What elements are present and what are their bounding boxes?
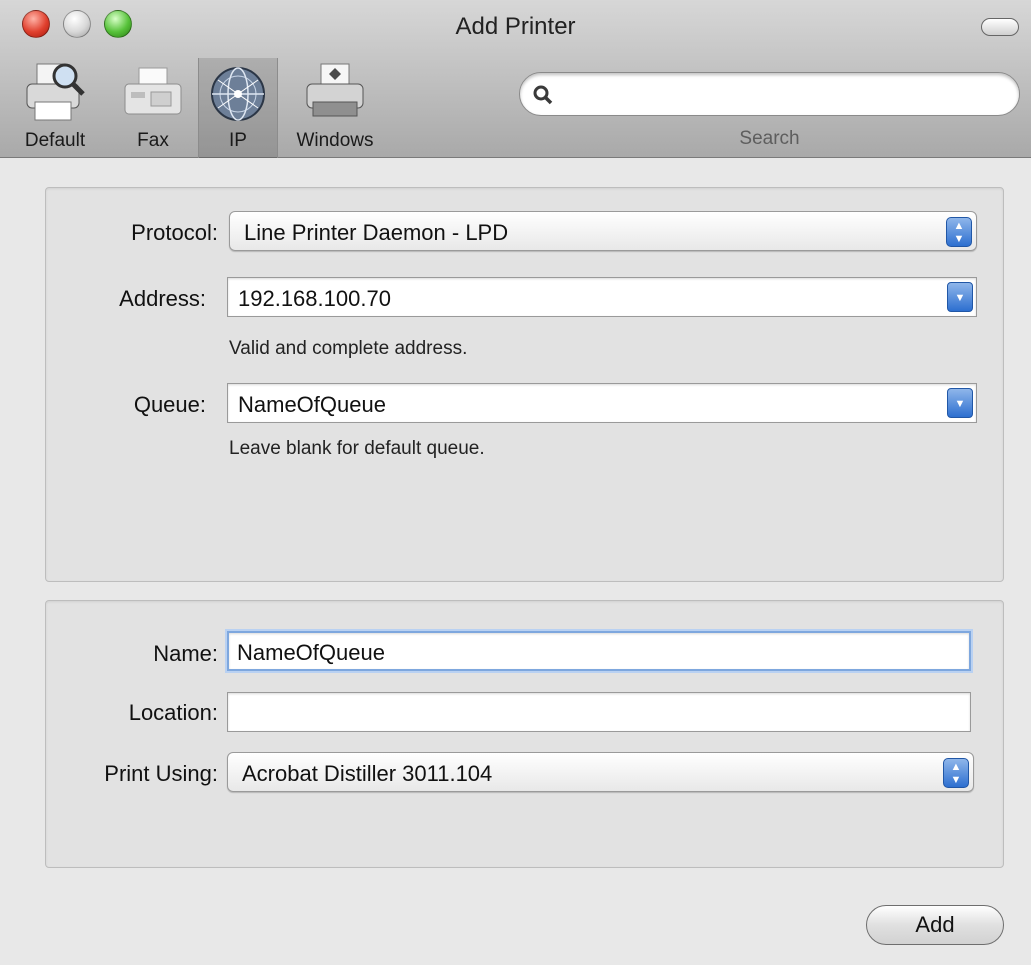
protocol-label: Protocol: — [131, 220, 218, 245]
chevron-down-icon[interactable]: ▼ — [947, 388, 973, 418]
queue-combobox[interactable]: NameOfQueue ▼ — [227, 383, 977, 423]
protocol-value: Line Printer Daemon - LPD — [244, 220, 509, 245]
name-field[interactable]: NameOfQueue — [227, 631, 971, 671]
print-using-value: Acrobat Distiller 3011.104 — [242, 761, 493, 786]
windows-printer-icon — [306, 63, 364, 117]
print-using-popup[interactable]: Acrobat Distiller 3011.104 ▲ ▼ — [227, 752, 974, 792]
address-value: 192.168.100.70 — [238, 286, 391, 311]
toolbar-item-label: IP — [229, 130, 247, 151]
default-printer-icon — [26, 63, 85, 121]
location-label: Location: — [128, 700, 218, 725]
search-label: Search — [739, 128, 800, 149]
search-icon — [533, 85, 553, 105]
connection-group: Protocol: Line Printer Daemon - LPD ▲ ▼ A… — [45, 187, 1004, 582]
chevron-down-icon[interactable]: ▼ — [947, 282, 973, 312]
queue-value: NameOfQueue — [238, 392, 386, 417]
toolbar-item-label: Default — [24, 130, 86, 151]
details-group: Name: NameOfQueue Location: Print Using:… — [45, 600, 1004, 868]
add-button[interactable]: Add — [866, 905, 1004, 945]
window-title: Add Printer — [455, 13, 576, 40]
toolbar-toggle-button[interactable] — [981, 18, 1019, 36]
globe-icon — [211, 67, 265, 121]
queue-label: Queue: — [133, 392, 206, 417]
toolbar-item-fax[interactable]: Fax — [118, 58, 188, 158]
updown-arrows-icon: ▲ ▼ — [943, 758, 969, 788]
toolbar-item-default[interactable]: Default — [14, 58, 96, 158]
location-field[interactable] — [227, 692, 971, 732]
address-hint: Valid and complete address. — [229, 338, 468, 359]
address-combobox[interactable]: 192.168.100.70 ▼ — [227, 277, 977, 317]
queue-hint: Leave blank for default queue. — [229, 438, 485, 459]
toolbar-item-label: Windows — [296, 130, 374, 151]
toolbar-item-ip[interactable]: IP — [198, 58, 278, 158]
name-value: NameOfQueue — [237, 640, 385, 665]
add-printer-window: Add Printer Default Fax IP Windows Searc… — [0, 0, 1031, 965]
search-input[interactable] — [519, 72, 1020, 116]
updown-arrows-icon: ▲ ▼ — [946, 217, 972, 247]
print-using-label: Print Using: — [104, 761, 218, 786]
toolbar-item-windows[interactable]: Windows — [284, 58, 386, 158]
name-label: Name: — [153, 641, 218, 666]
address-label: Address: — [119, 286, 206, 311]
protocol-popup[interactable]: Line Printer Daemon - LPD ▲ ▼ — [229, 211, 977, 251]
title-toolbar: Add Printer Default Fax IP Windows Searc… — [0, 0, 1031, 158]
toolbar-item-label: Fax — [137, 130, 169, 151]
fax-icon — [124, 67, 182, 115]
